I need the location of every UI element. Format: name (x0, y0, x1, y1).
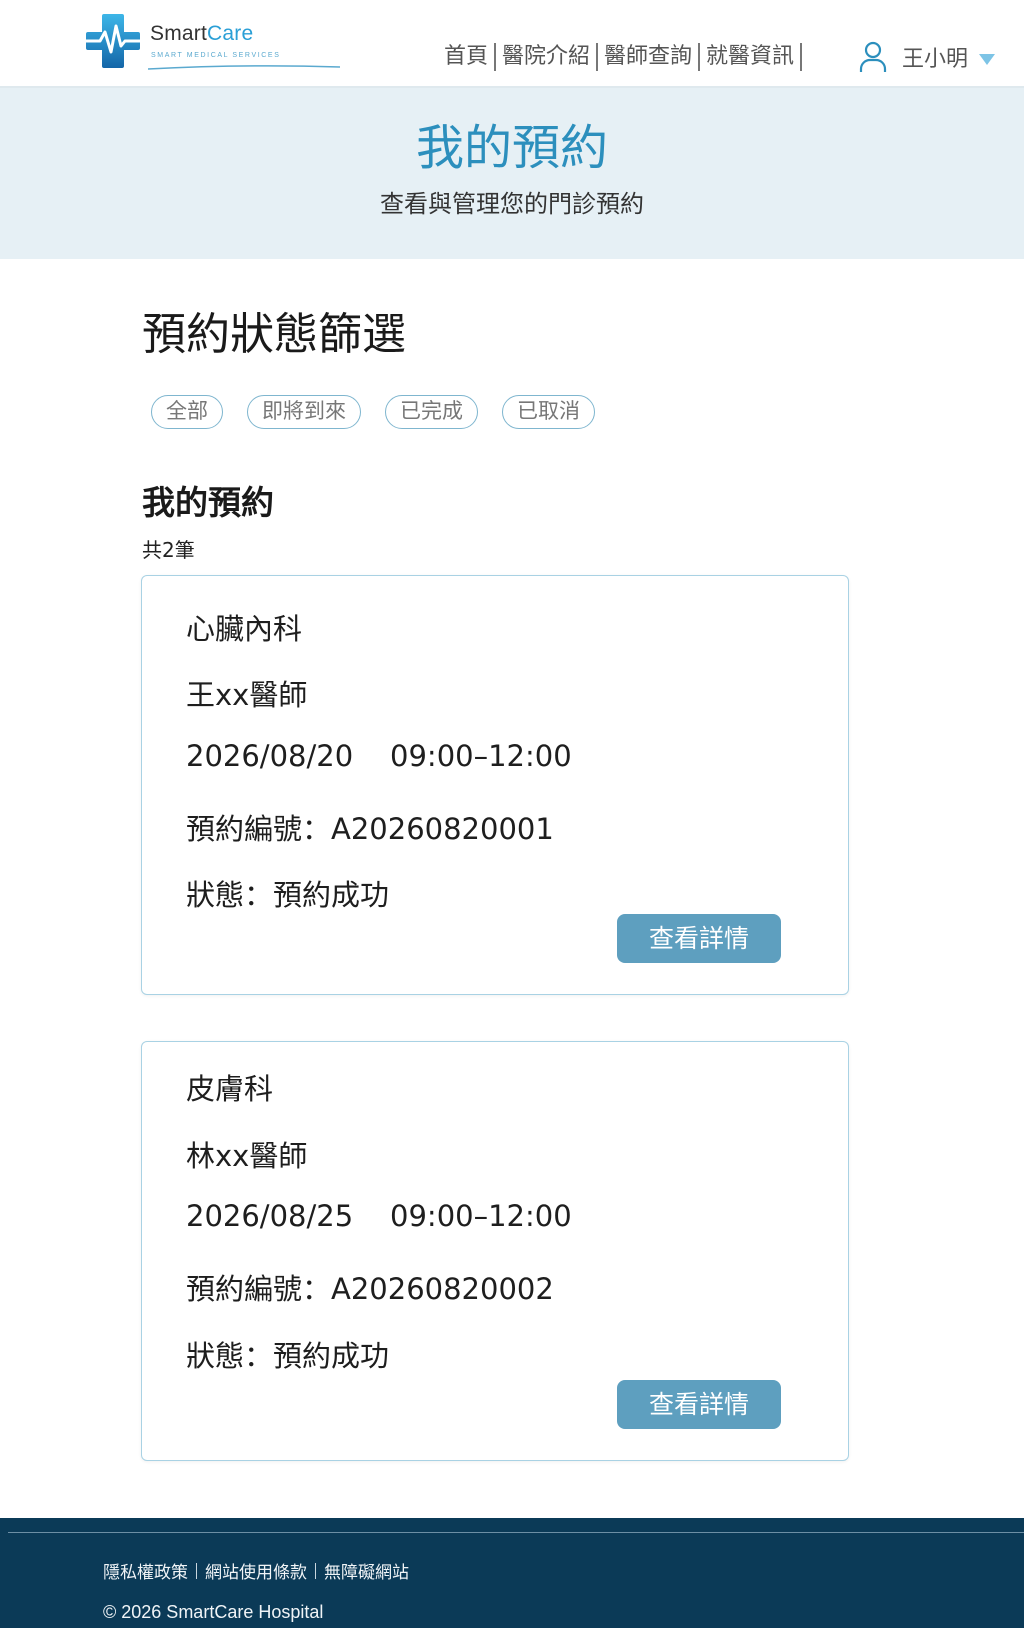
filter-completed-chip[interactable]: 已完成 (385, 395, 478, 429)
user-menu[interactable]: 王小明 (858, 40, 996, 74)
nav-medical-info[interactable]: 就醫資訊 (700, 40, 800, 74)
copyright-text: © 2026 SmartCare Hospital (103, 1602, 324, 1622)
appointment-department: 心臟內科 (186, 612, 303, 646)
appointment-booking-number: 預約編號：A20260820002 (186, 1272, 554, 1306)
appointment-status: 狀態：預約成功 (186, 1339, 390, 1373)
appointment-department: 皮膚科 (186, 1072, 274, 1106)
nav-hospital-intro[interactable]: 醫院介紹 (496, 40, 596, 74)
site-header: SmartCare SMART MEDICAL SERVICES 首頁 醫院介紹… (0, 0, 1024, 86)
page-subtitle: 查看與管理您的門診預約 (380, 190, 644, 218)
terms-of-use-link[interactable]: 網站使用條款 (205, 1558, 307, 1583)
appointment-card: 心臟內科 王xx醫師 2026/08/20 09:00–12:00 預約編號：A… (141, 575, 849, 995)
page-title: 我的預約 (415, 120, 608, 176)
caret-down-icon (979, 54, 996, 65)
brand-name: SmartCare (150, 22, 254, 45)
appointment-doctor: 王xx醫師 (186, 678, 308, 712)
accessibility-link[interactable]: 無障礙網站 (324, 1558, 409, 1583)
brand-tagline: SMART MEDICAL SERVICES (151, 52, 281, 59)
site-footer: 隱私權政策 網站使用條款 無障礙網站 © 2026 SmartCare Hosp… (0, 1518, 1024, 1628)
nav-home[interactable]: 首頁 (438, 40, 494, 74)
view-details-button[interactable]: 查看詳情 (617, 1380, 781, 1429)
footer-link-divider (315, 1562, 316, 1579)
smartcare-logo[interactable]: SmartCare SMART MEDICAL SERVICES (84, 12, 340, 72)
appointment-datetime: 2026/08/25 09:00–12:00 (186, 1199, 572, 1233)
main-nav: 首頁 醫院介紹 醫師查詢 就醫資訊 (438, 40, 803, 74)
logo-underline (148, 65, 340, 70)
privacy-policy-link[interactable]: 隱私權政策 (103, 1558, 188, 1583)
status-filter-group: 全部 即將到來 已完成 已取消 (151, 395, 619, 429)
footer-link-divider (196, 1562, 197, 1579)
appointment-card: 皮膚科 林xx醫師 2026/08/25 09:00–12:00 預約編號：A2… (141, 1041, 849, 1461)
medical-cross-icon (84, 14, 142, 68)
filter-all-chip[interactable]: 全部 (151, 395, 223, 429)
nav-divider (800, 43, 803, 71)
page-banner: 我的預約 查看與管理您的門診預約 (0, 86, 1024, 259)
filter-cancelled-chip[interactable]: 已取消 (502, 395, 595, 429)
nav-doctor-search[interactable]: 醫師查詢 (598, 40, 698, 74)
appointment-doctor: 林xx醫師 (186, 1139, 308, 1173)
appointment-datetime: 2026/08/20 09:00–12:00 (186, 739, 572, 773)
filter-heading: 預約狀態篩選 (142, 309, 406, 360)
footer-links: 隱私權政策 網站使用條款 無障礙網站 (103, 1558, 409, 1583)
appointment-status: 狀態：預約成功 (186, 878, 390, 912)
user-icon (859, 41, 887, 72)
appointment-booking-number: 預約編號：A20260820001 (186, 812, 554, 846)
appointment-list-heading: 我的預約 (142, 483, 274, 522)
appointment-count: 共2筆 (142, 538, 195, 562)
view-details-button[interactable]: 查看詳情 (617, 914, 781, 963)
user-name: 王小明 (902, 47, 969, 72)
footer-divider (8, 1532, 1024, 1533)
filter-upcoming-chip[interactable]: 即將到來 (247, 395, 361, 429)
